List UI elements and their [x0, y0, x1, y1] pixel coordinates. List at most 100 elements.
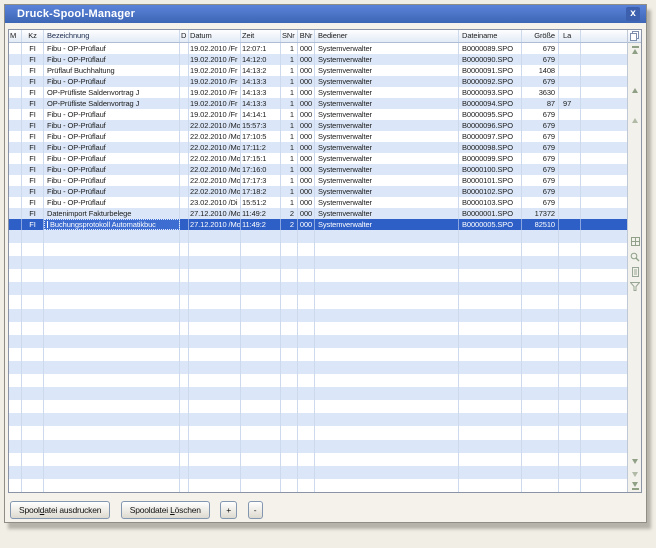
column-header-bnr[interactable]: BNr: [298, 30, 315, 42]
table-row[interactable]: FIFibu - OP-Prüflauf22.02.2010 /Mo17:11:…: [9, 142, 627, 153]
cell-d[interactable]: [180, 197, 189, 208]
search-button[interactable]: [628, 252, 642, 262]
cell-zeit[interactable]: 17:16:0: [241, 164, 281, 175]
cell-bez[interactable]: Buchungsprotokoll Automatikbuc: [44, 219, 180, 230]
cell-snr[interactable]: 1: [281, 131, 298, 142]
window-titlebar[interactable]: Druck-Spool-Manager x: [5, 5, 646, 23]
cell-m[interactable]: [9, 120, 22, 131]
table-row[interactable]: FIFibu - OP-Prüflauf19.02.2010 /Fr12:07:…: [9, 43, 627, 54]
cell-bediener[interactable]: Systemverwalter: [315, 76, 459, 87]
cell-groesse[interactable]: 679: [522, 153, 559, 164]
cell-d[interactable]: [180, 208, 189, 219]
cell-kz[interactable]: FI: [22, 65, 44, 76]
cell-la[interactable]: [559, 219, 581, 230]
cell-zeit[interactable]: 17:17:3: [241, 175, 281, 186]
cell-zeit[interactable]: 15:51:2: [241, 197, 281, 208]
cell-bez[interactable]: OP-Prüfliste Saldenvortrag J: [44, 87, 180, 98]
cell-d[interactable]: [180, 109, 189, 120]
cell-zeit[interactable]: 15:57:3: [241, 120, 281, 131]
copy-pages-icon[interactable]: [628, 30, 641, 43]
cell-m[interactable]: [9, 153, 22, 164]
close-button[interactable]: x: [626, 7, 640, 21]
cell-bediener[interactable]: Systemverwalter: [315, 186, 459, 197]
cell-groesse[interactable]: 87: [522, 98, 559, 109]
cell-groesse[interactable]: 679: [522, 131, 559, 142]
cell-m[interactable]: [9, 164, 22, 175]
grid-settings-button[interactable]: [628, 237, 642, 246]
cell-la[interactable]: [559, 164, 581, 175]
cell-zeit[interactable]: 14:13:2: [241, 65, 281, 76]
table-row[interactable]: FIBuchungsprotokoll Automatikbuc27.12.20…: [9, 219, 627, 230]
cell-d[interactable]: [180, 164, 189, 175]
cell-bez[interactable]: Fibu - OP-Prüflauf: [44, 76, 180, 87]
cell-zeit[interactable]: 14:14:1: [241, 109, 281, 120]
cell-bediener[interactable]: Systemverwalter: [315, 98, 459, 109]
cell-bnr[interactable]: 000: [298, 219, 315, 230]
cell-dateiname[interactable]: B0000001.SPO: [459, 208, 522, 219]
document-button[interactable]: [628, 267, 642, 277]
cell-bnr[interactable]: 000: [298, 142, 315, 153]
table-row[interactable]: FIFibu - OP-Prüflauf23.02.2010 /Di15:51:…: [9, 197, 627, 208]
cell-kz[interactable]: FI: [22, 142, 44, 153]
cell-groesse[interactable]: 82510: [522, 219, 559, 230]
cell-bnr[interactable]: 000: [298, 54, 315, 65]
cell-groesse[interactable]: 679: [522, 54, 559, 65]
cell-kz[interactable]: FI: [22, 131, 44, 142]
cell-bnr[interactable]: 000: [298, 120, 315, 131]
cell-m[interactable]: [9, 98, 22, 109]
minus-button[interactable]: -: [248, 501, 263, 519]
cell-bez[interactable]: Fibu - OP-Prüflauf: [44, 186, 180, 197]
cell-groesse[interactable]: 3630: [522, 87, 559, 98]
cell-bediener[interactable]: Systemverwalter: [315, 43, 459, 54]
cell-bnr[interactable]: 000: [298, 131, 315, 142]
table-row[interactable]: FIFibu - OP-Prüflauf22.02.2010 /Mo17:10:…: [9, 131, 627, 142]
cell-bez[interactable]: Fibu - OP-Prüflauf: [44, 197, 180, 208]
cell-bnr[interactable]: 000: [298, 65, 315, 76]
scroll-down-button[interactable]: [628, 459, 642, 464]
cell-snr[interactable]: 1: [281, 109, 298, 120]
column-header-zeit[interactable]: Zeit: [241, 30, 281, 42]
cell-bnr[interactable]: 000: [298, 197, 315, 208]
table-row[interactable]: FIFibu - OP-Prüflauf19.02.2010 /Fr14:14:…: [9, 109, 627, 120]
plus-button[interactable]: +: [220, 501, 237, 519]
cell-kz[interactable]: FI: [22, 43, 44, 54]
cell-datum[interactable]: 22.02.2010 /Mo: [189, 164, 241, 175]
table-row[interactable]: FIFibu - OP-Prüflauf 22.02.2010 /Mo17:16:…: [9, 164, 627, 175]
cell-la[interactable]: [559, 186, 581, 197]
cell-dateiname[interactable]: B0000093.SPO: [459, 87, 522, 98]
cell-la[interactable]: [559, 197, 581, 208]
cell-dateiname[interactable]: B0000100.SPO: [459, 164, 522, 175]
cell-d[interactable]: [180, 175, 189, 186]
cell-bnr[interactable]: 000: [298, 43, 315, 54]
cell-bnr[interactable]: 000: [298, 186, 315, 197]
cell-zeit[interactable]: 17:15:1: [241, 153, 281, 164]
cell-dateiname[interactable]: B0000090.SPO: [459, 54, 522, 65]
cell-d[interactable]: [180, 43, 189, 54]
cell-zeit[interactable]: 14:13:3: [241, 98, 281, 109]
cell-zeit[interactable]: 17:18:2: [241, 186, 281, 197]
cell-snr[interactable]: 2: [281, 219, 298, 230]
cell-datum[interactable]: 22.02.2010 /Mo: [189, 131, 241, 142]
cell-bnr[interactable]: 000: [298, 153, 315, 164]
cell-bez[interactable]: Prüflauf Buchhaltung: [44, 65, 180, 76]
cell-kz[interactable]: FI: [22, 175, 44, 186]
cell-bnr[interactable]: 000: [298, 87, 315, 98]
cell-dateiname[interactable]: B0000094.SPO: [459, 98, 522, 109]
cell-bez[interactable]: Fibu - OP-Prüflauf: [44, 164, 180, 175]
cell-la[interactable]: [559, 109, 581, 120]
cell-kz[interactable]: FI: [22, 153, 44, 164]
cell-la[interactable]: [559, 87, 581, 98]
cell-la[interactable]: [559, 54, 581, 65]
cell-m[interactable]: [9, 54, 22, 65]
cell-bez[interactable]: Fibu - OP-Prüflauf: [44, 54, 180, 65]
cell-kz[interactable]: FI: [22, 164, 44, 175]
delete-spool-file-button[interactable]: Spooldatei Löschen: [121, 501, 210, 519]
table-row[interactable]: FIFibu - OP-Prüflauf22.02.2010 /Mo15:57:…: [9, 120, 627, 131]
cell-d[interactable]: [180, 76, 189, 87]
column-header-kz[interactable]: Kz: [22, 30, 44, 42]
cell-groesse[interactable]: 1408: [522, 65, 559, 76]
cell-bez[interactable]: Fibu - OP-Prüflauf: [44, 131, 180, 142]
cell-snr[interactable]: 1: [281, 175, 298, 186]
cell-bez[interactable]: Fibu - OP-Prüflauf: [44, 175, 180, 186]
cell-groesse[interactable]: 679: [522, 175, 559, 186]
